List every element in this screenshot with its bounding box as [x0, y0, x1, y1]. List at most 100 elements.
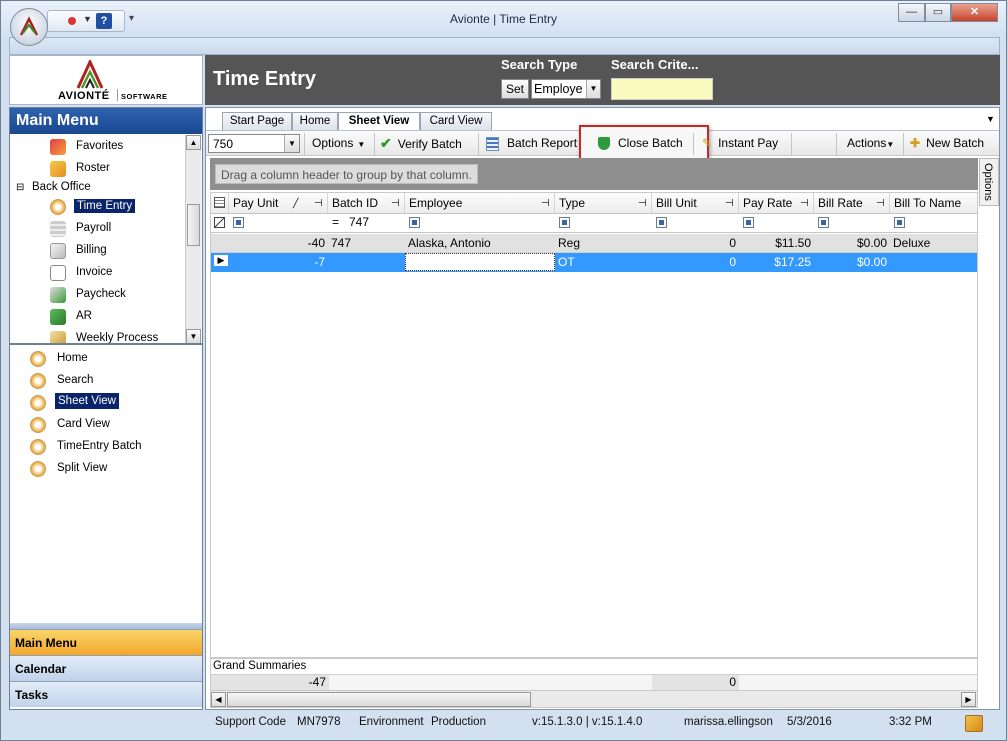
view-search[interactable]: Search [57, 374, 93, 386]
col-header-employee[interactable]: Employee ⊣ [405, 193, 555, 214]
scroll-up-icon[interactable]: ▲ [186, 135, 201, 150]
minimize-button[interactable]: — [898, 3, 925, 22]
chevron-down-icon[interactable]: ▼ [586, 80, 600, 98]
instant-pay-button[interactable]: ✎ Instant Pay [702, 134, 778, 154]
cell-bill-to-name[interactable]: Deluxe [890, 234, 977, 252]
cell-pay-rate[interactable]: $11.50 [739, 234, 814, 252]
cell-bill-rate[interactable]: $0.00 [814, 253, 890, 271]
tree-item-favorites[interactable]: Favorites [76, 140, 123, 152]
tree-item-payroll[interactable]: Payroll [76, 222, 111, 234]
scroll-left-icon[interactable]: ◀ [211, 692, 226, 707]
cell-employee-editor[interactable] [405, 253, 555, 271]
group-by-area[interactable]: Drag a column header to group by that co… [210, 158, 978, 190]
col-header-bill-rate[interactable]: Bill Rate ⊣ [814, 193, 890, 214]
cell-bill-unit[interactable]: 0 [652, 253, 739, 271]
filter-batch-id-operator[interactable]: = [332, 215, 339, 229]
view-sheet-view[interactable]: Sheet View [55, 393, 119, 409]
scroll-thumb[interactable] [227, 692, 531, 707]
version-info: v:15.1.3.0 | v:15.1.4.0 [532, 716, 643, 728]
batch-select[interactable]: 750 ▼ [208, 134, 300, 153]
cell-pay-unit[interactable]: -7 [229, 253, 328, 271]
maximize-button[interactable]: ▭ [925, 3, 951, 22]
view-card-view[interactable]: Card View [57, 418, 110, 430]
batch-report-button[interactable]: Batch Report [486, 134, 577, 154]
filter-batch-id-value[interactable]: 747 [349, 215, 369, 229]
filter-operator-icon[interactable] [409, 217, 420, 228]
cell-batch-id[interactable] [328, 253, 405, 271]
close-window-button[interactable]: ✕ [951, 3, 998, 22]
cell-pay-unit[interactable]: -40 [229, 234, 328, 252]
pin-icon[interactable]: ⊣ [876, 193, 885, 213]
pin-icon[interactable]: ⊣ [541, 193, 550, 213]
col-header-bill-to-name[interactable]: Bill To Name [890, 193, 977, 214]
check-icon: ✔ [380, 135, 392, 151]
column-chooser-icon[interactable] [211, 193, 229, 214]
close-batch-button[interactable]: Close Batch [598, 134, 683, 154]
view-home[interactable]: Home [57, 352, 88, 364]
actions-button[interactable]: Actions▼ [847, 134, 894, 154]
cell-type[interactable]: OT [555, 253, 652, 271]
cell-employee[interactable]: Alaska, Antonio [405, 234, 555, 252]
notifications-icon[interactable] [965, 715, 983, 732]
filter-operator-icon[interactable] [894, 217, 905, 228]
search-criteria-input[interactable] [611, 78, 713, 100]
clear-filter-icon[interactable] [214, 217, 225, 228]
pin-icon[interactable]: ⊣ [638, 193, 647, 213]
cell-pay-rate[interactable]: $17.25 [739, 253, 814, 271]
options-button[interactable]: Options ▼ [312, 134, 365, 154]
tab-sheet-view[interactable]: Sheet View [338, 112, 420, 131]
nav-calendar[interactable]: Calendar [10, 655, 202, 681]
pin-icon[interactable]: ⊣ [314, 193, 323, 213]
horizontal-scrollbar[interactable]: ◀ ▶ [210, 690, 978, 708]
pin-icon[interactable]: ⊣ [391, 193, 400, 213]
view-timeentry-batch[interactable]: TimeEntry Batch [57, 440, 142, 452]
tab-home[interactable]: Home [292, 112, 338, 130]
tree-item-invoice[interactable]: Invoice [76, 266, 112, 278]
cell-bill-to-name[interactable] [890, 253, 977, 271]
tree-item-paycheck[interactable]: Paycheck [76, 288, 126, 300]
tree-item-ar[interactable]: AR [76, 310, 92, 322]
search-type-select[interactable]: Employe ▼ [531, 79, 601, 99]
tree-item-weekly-process[interactable]: Weekly Process [76, 332, 158, 343]
chevron-down-icon[interactable]: ▼ [284, 135, 299, 152]
cell-batch-id[interactable]: 747 [328, 234, 405, 252]
col-header-pay-unit[interactable]: Pay Unit ╱ ⊣ [229, 193, 328, 214]
view-split-view[interactable]: Split View [57, 462, 107, 474]
filter-operator-icon[interactable] [818, 217, 829, 228]
tree-item-time-entry[interactable]: Time Entry [74, 199, 136, 213]
scroll-right-icon[interactable]: ▶ [961, 692, 976, 707]
set-button[interactable]: Set [501, 79, 529, 99]
pin-icon[interactable]: ⊣ [800, 193, 809, 213]
tree-item-roster[interactable]: Roster [76, 162, 110, 174]
nav-main-menu[interactable]: Main Menu [10, 629, 202, 655]
collapse-icon[interactable]: ⊟ [16, 182, 24, 193]
table-row[interactable]: -40 747 Alaska, Antonio Reg 0 $11.50 $0.… [211, 234, 977, 253]
col-header-batch-id[interactable]: Batch ID ⊣ [328, 193, 405, 214]
tab-start-page[interactable]: Start Page [222, 112, 292, 130]
cell-bill-rate[interactable]: $0.00 [814, 234, 890, 252]
verify-batch-button[interactable]: ✔ Verify Batch [380, 134, 462, 154]
col-header-pay-rate[interactable]: Pay Rate ⊣ [739, 193, 814, 214]
cell-type[interactable]: Reg [555, 234, 652, 252]
tree-item-billing[interactable]: Billing [76, 244, 107, 256]
table-row-selected[interactable]: ▶ -7 OT 0 $17.25 $0.00 [211, 253, 977, 272]
application-orb-button[interactable] [10, 8, 48, 46]
col-header-type[interactable]: Type ⊣ [555, 193, 652, 214]
tree-group-back-office[interactable]: Back Office [32, 181, 91, 193]
filter-operator-icon[interactable] [743, 217, 754, 228]
menu-tree-scrollbar[interactable]: ▲ ▼ [185, 135, 201, 343]
filter-operator-icon[interactable] [559, 217, 570, 228]
tab-card-view[interactable]: Card View [420, 112, 492, 130]
nav-tasks[interactable]: Tasks [10, 681, 202, 707]
scroll-thumb[interactable] [187, 204, 200, 246]
filter-operator-icon[interactable] [656, 217, 667, 228]
pin-icon[interactable]: ⊣ [725, 193, 734, 213]
scroll-down-icon[interactable]: ▼ [186, 329, 201, 343]
col-header-bill-unit[interactable]: Bill Unit ⊣ [652, 193, 739, 214]
cell-bill-unit[interactable]: 0 [652, 234, 739, 252]
filter-operator-icon[interactable] [233, 217, 244, 228]
tab-menu-icon[interactable]: ▼ [986, 114, 995, 124]
new-batch-button[interactable]: ✚ New Batch [910, 134, 984, 154]
col-label: Bill To Name [894, 196, 962, 210]
options-side-tab[interactable]: Options [979, 158, 999, 206]
